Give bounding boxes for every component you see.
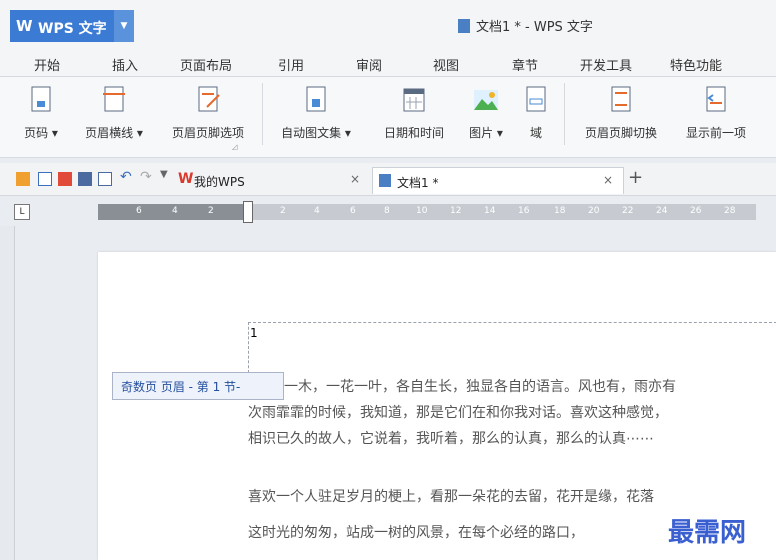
document-icon <box>458 19 470 33</box>
header-content[interactable]: 1 <box>250 326 258 340</box>
field-label: 域 <box>529 126 542 140</box>
ruler-tick: 24 <box>656 206 668 216</box>
tab-start[interactable]: 开始 <box>34 55 60 74</box>
ruler-tick: 6 <box>136 206 142 216</box>
date-time-button[interactable]: 日期和时间 <box>372 77 456 153</box>
header-footer-options-button[interactable]: 页眉页脚选项 <box>162 77 254 153</box>
customize-dropdown-icon[interactable]: ▼ <box>160 169 168 180</box>
field-icon <box>526 86 546 112</box>
odd-page-header-label: 奇数页 页眉 - 第 1 节- <box>112 372 284 400</box>
header-line-icon <box>103 86 125 112</box>
ruler-tick: 10 <box>416 206 428 216</box>
tab-references[interactable]: 引用 <box>278 55 304 74</box>
menu-bar: 开始 插入 页面布局 引用 审阅 视图 章节 开发工具 特色功能 <box>0 48 776 77</box>
ruler-tick: 20 <box>588 206 600 216</box>
header-footer-switch-label: 页眉页脚切换 <box>584 126 657 140</box>
divider <box>564 83 565 145</box>
tab-page-layout[interactable]: 页面布局 <box>180 55 232 74</box>
wps-logo-icon: W <box>16 17 33 35</box>
tab-document1[interactable]: 文档1 * × <box>372 167 624 194</box>
ruler-tick: 14 <box>484 206 496 216</box>
new-tab-button[interactable]: + <box>628 167 643 188</box>
autotext-label: 自动图文集 ▾ <box>281 126 351 140</box>
wps-logo-icon: W <box>178 171 194 187</box>
show-previous-button[interactable]: 显示前一项 <box>676 77 756 153</box>
ruler-tick: 26 <box>690 206 702 216</box>
app-dropdown-arrow-icon[interactable]: ▼ <box>114 10 134 42</box>
ruler-tick: 4 <box>172 206 178 216</box>
picture-icon <box>474 90 498 110</box>
ruler-tick: 28 <box>724 206 736 216</box>
ruler-tick: 6 <box>350 206 356 216</box>
window-title: 文档1 * - WPS 文字 <box>458 16 593 35</box>
tab-stop-selector[interactable]: L <box>14 204 30 220</box>
tab-special-features[interactable]: 特色功能 <box>670 55 722 74</box>
paragraph-line[interactable]: 一木，一花一叶，各自生长，独显各自的语言。风也有，雨亦有 <box>284 376 676 396</box>
header-footer-switch-button[interactable]: 页眉页脚切换 <box>572 77 670 153</box>
window-title-text: 文档1 * - WPS 文字 <box>476 20 593 35</box>
page-number-button[interactable]: 页码 ▾ <box>14 77 68 153</box>
tab-insert[interactable]: 插入 <box>112 55 138 74</box>
date-time-label: 日期和时间 <box>383 126 444 140</box>
redo-icon[interactable]: ↷ <box>140 169 152 185</box>
print-icon[interactable] <box>78 172 92 186</box>
title-bar: W WPS 文字 ▼ 文档1 * - WPS 文字 <box>0 0 776 48</box>
ruler-text-area <box>248 204 756 220</box>
page-number-icon <box>31 86 51 112</box>
paragraph-line[interactable]: 次雨霏霏的时候，我知道，那是它们在和你我对话。喜欢这种感觉， <box>248 402 668 422</box>
ruler-tick: 4 <box>314 206 320 216</box>
header-footer-options-label: 页眉页脚选项 <box>171 126 244 140</box>
divider <box>262 83 263 145</box>
field-button[interactable]: 域 <box>516 77 556 153</box>
document-icon <box>379 174 391 187</box>
header-footer-options-icon <box>198 86 220 112</box>
paragraph-line[interactable]: 喜欢一个人驻足岁月的梗上，看那一朵花的去留，花开是缘，花落 <box>248 486 654 506</box>
picture-button[interactable]: 图片 ▾ <box>462 77 510 153</box>
header-line-button[interactable]: 页眉横线 ▾ <box>72 77 156 153</box>
page-number-label: 页码 ▾ <box>24 126 58 140</box>
app-menu-button[interactable]: W WPS 文字 ▼ <box>10 10 134 42</box>
autotext-button[interactable]: 自动图文集 ▾ <box>270 77 362 153</box>
indent-marker[interactable] <box>243 201 253 223</box>
switch-icon <box>611 86 631 112</box>
tab-my-wps[interactable]: W 我的WPS × <box>178 167 368 193</box>
ruler-tick: 12 <box>450 206 462 216</box>
ruler-tick: 2 <box>208 206 214 216</box>
dialog-launcher-icon[interactable]: ◿ <box>232 143 237 151</box>
tab-document1-label: 文档1 * <box>397 176 439 190</box>
ruler-tick: 8 <box>384 206 390 216</box>
tab-my-wps-label: 我的WPS <box>194 175 245 189</box>
vertical-ruler[interactable] <box>0 226 15 560</box>
site-watermark: 最需网 <box>668 518 747 548</box>
picture-label: 图片 ▾ <box>469 126 503 140</box>
paragraph-line[interactable]: 这时光的匆匆，站成一树的风景，在每个必经的路口， <box>248 522 584 542</box>
tab-review[interactable]: 审阅 <box>356 55 382 74</box>
show-previous-label: 显示前一项 <box>685 126 746 140</box>
calendar-icon <box>403 88 425 112</box>
header-line-label: 页眉横线 ▾ <box>85 126 143 140</box>
tab-chapter[interactable]: 章节 <box>512 55 538 74</box>
close-tab-icon[interactable]: × <box>603 173 613 187</box>
header-area[interactable] <box>248 322 776 373</box>
open-icon[interactable] <box>16 172 30 186</box>
close-tab-icon[interactable]: × <box>350 172 360 186</box>
horizontal-ruler[interactable]: 6 4 2 2 4 6 8 10 12 14 16 18 20 22 24 26… <box>98 201 756 223</box>
ruler-tick: 16 <box>518 206 530 216</box>
app-name: WPS 文字 <box>38 21 107 37</box>
undo-icon[interactable]: ↶ <box>120 169 132 185</box>
tab-developer-tools[interactable]: 开发工具 <box>580 55 632 74</box>
export-pdf-icon[interactable] <box>58 172 72 186</box>
quick-access-bar: ↶ ↷ ▼ W 我的WPS × 文档1 * × + <box>0 163 776 196</box>
show-previous-icon <box>706 86 726 112</box>
ribbon: 页码 ▾ 页眉横线 ▾ 页眉页脚选项 ◿ 自动图文集 ▾ 日期和时间 图片 ▾ … <box>0 77 776 158</box>
ruler-tick: 2 <box>280 206 286 216</box>
tab-view[interactable]: 视图 <box>433 55 459 74</box>
ruler-tick: 18 <box>554 206 566 216</box>
autotext-icon <box>306 86 326 112</box>
header-label-text: 奇数页 页眉 - 第 1 节- <box>121 380 241 394</box>
ruler-tick: 22 <box>622 206 634 216</box>
paragraph-line[interactable]: 相识已久的故人，它说着，我听着，那么的认真，那么的认真⋯⋯ <box>248 428 654 448</box>
print-preview-icon[interactable] <box>98 172 112 186</box>
save-icon[interactable] <box>38 172 52 186</box>
